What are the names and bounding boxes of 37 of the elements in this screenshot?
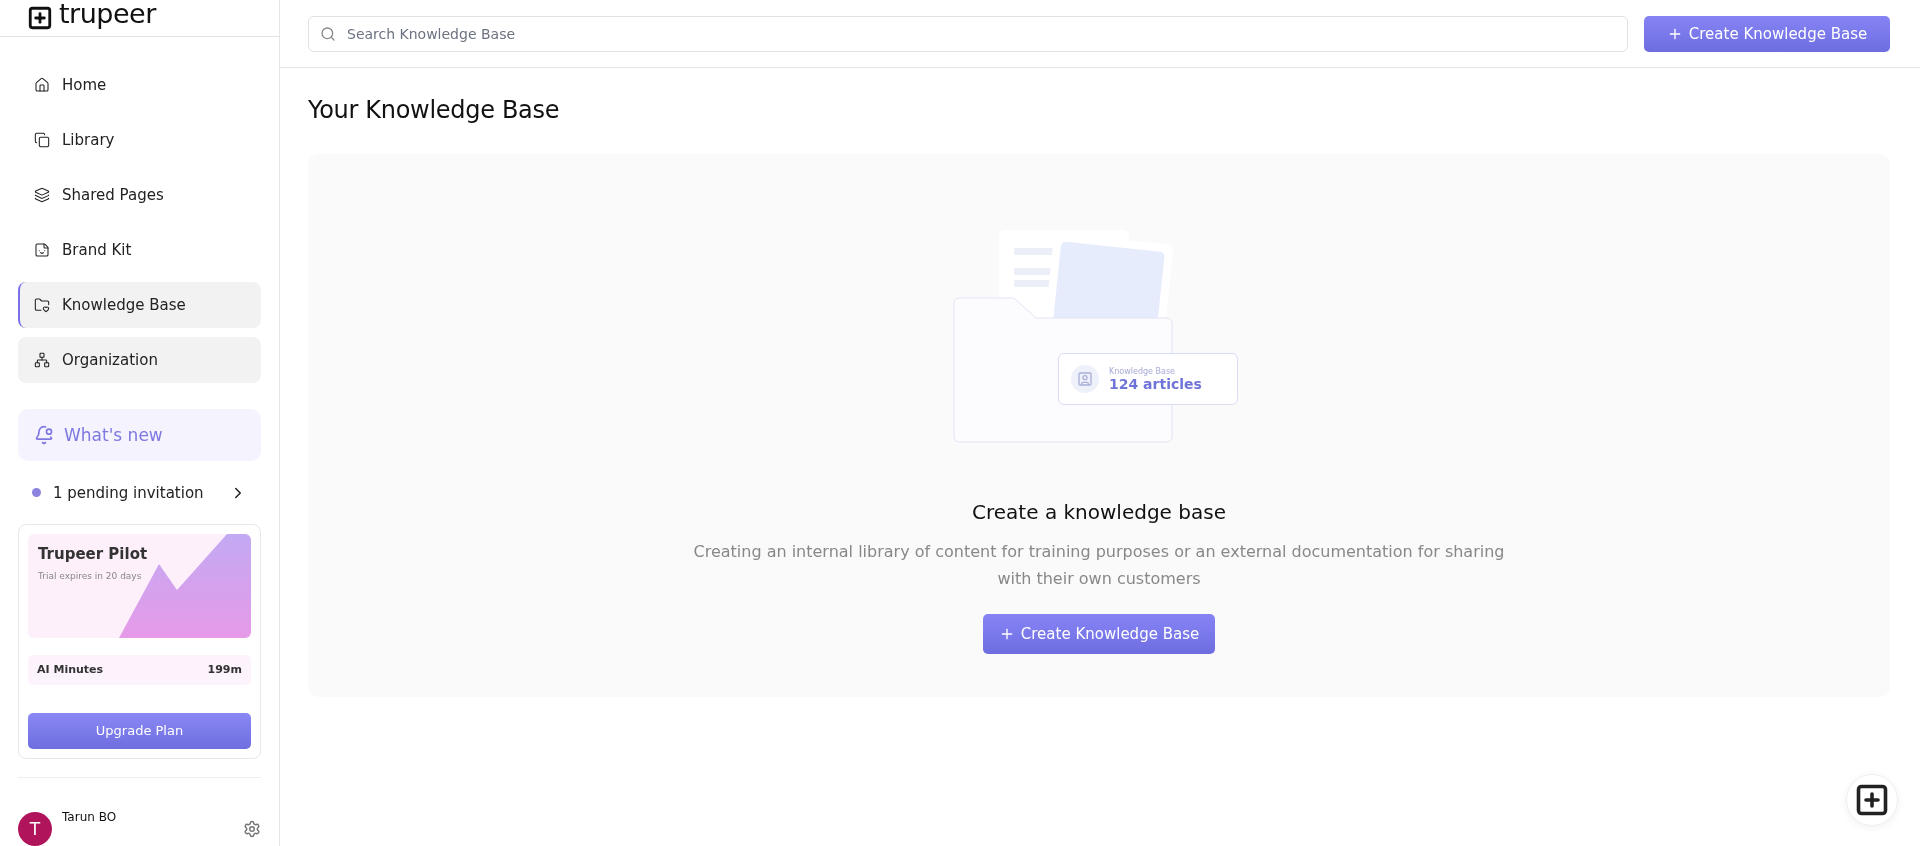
badge-caption: Knowledge Base [1109,366,1176,376]
settings-icon[interactable] [243,820,261,838]
empty-state-heading: Create a knowledge base [972,500,1226,524]
brand-name: trupeer [59,0,156,28]
upgrade-button[interactable]: Upgrade Plan [28,713,251,749]
plan-title: Trupeer Pilot [38,545,149,563]
nav-icon [34,131,50,148]
usage-value: 199m [207,663,242,677]
search-field[interactable]: Search Knowledge Base [308,15,1628,52]
status-dot [32,488,41,498]
badge-count: 124 articles [1109,375,1202,392]
plan-subtitle: Trial expires in 20 days [38,571,143,581]
nav-icon [34,186,50,203]
usage-label: AI Minutes [37,663,104,677]
bell-icon [34,424,54,445]
create-button[interactable]: Create Knowledge Base [1644,15,1890,52]
sidebar-item[interactable]: Knowledge Base [18,281,261,328]
invitation-link[interactable]: 1 pending invitation [18,475,261,510]
nav-icon [34,296,50,313]
sidebar-item[interactable]: Shared Pages [18,171,261,218]
logo-icon [27,4,53,31]
nav-icon [34,76,50,93]
plus-icon [1854,782,1890,818]
nav-icon [34,351,50,368]
sidebar-item[interactable]: Brand Kit [18,226,261,273]
empty-state-description: Creating an internal library of content for training purposes or an external documentation for sharing with their own customers [692,541,1506,590]
search-icon [320,25,336,42]
page-title: Your Knowledge Base [308,96,561,124]
user-name: Tarun BO [62,810,118,824]
nav-icon [34,241,50,258]
create-button[interactable]: Create Knowledge Base [983,614,1215,654]
sidebar-item[interactable]: Organization [18,336,261,383]
sidebar-item[interactable]: Library [18,116,261,163]
add-button[interactable] [1846,774,1898,826]
user-icon [1077,371,1093,387]
avatar[interactable]: T [18,812,52,846]
sidebar-item[interactable]: Home [18,61,261,108]
